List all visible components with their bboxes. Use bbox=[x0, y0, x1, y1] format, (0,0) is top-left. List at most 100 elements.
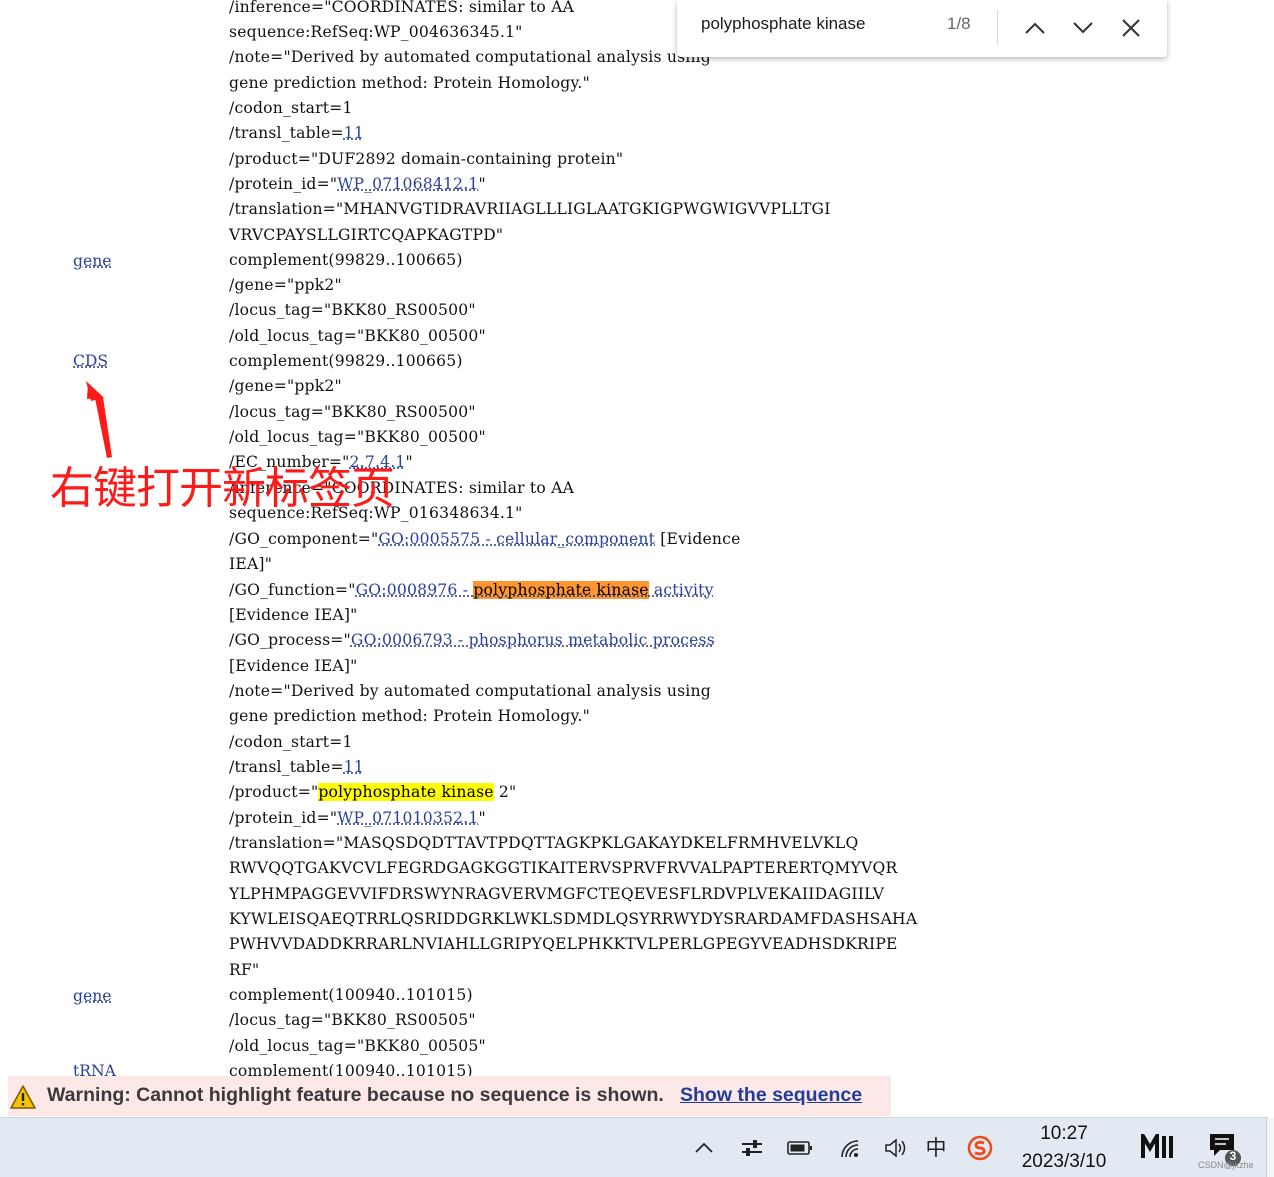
qualifier-label: /GO_function=" bbox=[229, 581, 356, 599]
warning-text: Warning: Cannot highlight feature becaus… bbox=[47, 1084, 664, 1106]
record-line: /old_locus_tag="BKK80_00505" bbox=[229, 1037, 486, 1055]
sogou-button[interactable] bbox=[966, 1134, 994, 1162]
warning-triangle-icon bbox=[10, 1085, 36, 1109]
go-process-link[interactable]: GO:0006793 - phosphorus metabolic proces… bbox=[351, 631, 715, 649]
battery-icon bbox=[787, 1141, 812, 1155]
qualifier-label: /protein_id=" bbox=[229, 175, 338, 193]
pen-settings-button[interactable] bbox=[738, 1134, 766, 1162]
find-next-button[interactable] bbox=[1065, 10, 1101, 46]
find-previous-button[interactable] bbox=[1017, 10, 1053, 46]
chevron-up-icon bbox=[695, 1142, 713, 1153]
protein-id-link[interactable]: WP_071068412.1 bbox=[337, 175, 478, 193]
widget-button[interactable] bbox=[1138, 1130, 1178, 1164]
record-line: /codon_start=1 bbox=[229, 733, 353, 751]
record-line: /locus_tag="BKK80_RS00500" bbox=[229, 403, 476, 421]
record-line: [Evidence IEA]" bbox=[229, 657, 358, 675]
chevron-up-icon bbox=[1025, 22, 1045, 34]
genbank-page: /inference="COORDINATES: similar to AA s… bbox=[0, 0, 1274, 1177]
qualifier-suffix: " bbox=[478, 809, 486, 827]
qualifier-label: /GO_process=" bbox=[229, 631, 351, 649]
record-line: YLPHMPAGGEVVIFDRSWYNRAGVERVMGFCTEQEVESFL… bbox=[229, 885, 885, 903]
clock-time: 10:27 bbox=[1040, 1123, 1088, 1144]
record-line: /old_locus_tag="BKK80_00500" bbox=[229, 327, 486, 345]
record-line: /inference="COORDINATES: similar to AA bbox=[229, 0, 575, 16]
show-hidden-icons-button[interactable] bbox=[690, 1134, 718, 1162]
record-line: gene prediction method: Protein Homology… bbox=[229, 74, 590, 92]
feature-link-gene[interactable]: gene bbox=[73, 984, 111, 1009]
volume-button[interactable] bbox=[882, 1134, 910, 1162]
close-icon bbox=[1122, 19, 1140, 37]
network-button[interactable] bbox=[836, 1134, 864, 1162]
qualifier-suffix: " bbox=[478, 175, 486, 193]
record-line: /protein_id="WP_071010352.1" bbox=[229, 806, 486, 831]
qualifier-label: /GO_component=" bbox=[229, 530, 379, 548]
transl-table-link[interactable]: 11 bbox=[344, 124, 364, 142]
record-line: /protein_id="WP_071068412.1" bbox=[229, 172, 486, 197]
app-logo-icon bbox=[1141, 1134, 1173, 1158]
watermark: CSDN@jkzhe bbox=[1198, 1160, 1254, 1170]
qualifier-suffix: " bbox=[405, 453, 413, 471]
record-line: /product="polyphosphate kinase 2" bbox=[229, 780, 516, 805]
protein-id-link[interactable]: WP_071010352.1 bbox=[337, 809, 478, 827]
find-query[interactable]: polyphosphate kinase bbox=[701, 14, 865, 34]
record-line: complement(100940..101015) bbox=[229, 986, 473, 1004]
find-bar: polyphosphate kinase 1/8 bbox=[677, 0, 1167, 57]
record-line: /GO_process="GO:0006793 - phosphorus met… bbox=[229, 628, 715, 653]
find-close-button[interactable] bbox=[1113, 10, 1149, 46]
record-line: /note="Derived by automated computationa… bbox=[229, 682, 711, 700]
ime-icon[interactable]: 中 bbox=[922, 1132, 950, 1162]
record-line: /locus_tag="BKK80_RS00500" bbox=[229, 301, 476, 319]
qualifier-label: /transl_table= bbox=[229, 758, 344, 776]
qualifier-suffix: [Evidence bbox=[655, 530, 741, 548]
qualifier-label: /product=" bbox=[229, 783, 319, 801]
record-line: /GO_function="GO:0008976 - polyphosphate… bbox=[229, 578, 714, 603]
show-sequence-link[interactable]: Show the sequence bbox=[680, 1084, 862, 1107]
record-line: PWHVVDADDKRRARLNVIAHLLGRIPYQELPHKKTVLPER… bbox=[229, 935, 898, 953]
record-line: IEA]" bbox=[229, 555, 273, 573]
find-highlight: polyphosphate kinase bbox=[318, 783, 494, 801]
go-function-link[interactable]: GO:0008976 - polyphosphate kinase activi… bbox=[356, 581, 714, 599]
record-line: sequence:RefSeq:WP_004636345.1" bbox=[229, 23, 523, 41]
record-line: /GO_component="GO:0005575 - cellular_com… bbox=[229, 527, 741, 552]
qualifier-label: /transl_table= bbox=[229, 124, 344, 142]
pen-settings-icon bbox=[742, 1140, 762, 1156]
feature-link-gene[interactable]: gene bbox=[73, 249, 111, 274]
sogou-icon bbox=[967, 1135, 993, 1161]
record-line: complement(99829..100665) bbox=[229, 251, 463, 269]
find-highlight-current: polyphosphate kinase bbox=[473, 581, 649, 599]
record-line: /locus_tag="BKK80_RS00505" bbox=[229, 1011, 476, 1029]
record-line: complement(99829..100665) bbox=[229, 352, 463, 370]
record-line: RWVQQTGAKVCVLFEGRDGAGKGGTIKAITERVSPRVFRV… bbox=[229, 859, 898, 877]
record-line: VRVCPAYSLLGIRTCQAPKAGTPD" bbox=[229, 226, 504, 244]
battery-button[interactable] bbox=[786, 1134, 814, 1162]
record-line: /old_locus_tag="BKK80_00500" bbox=[229, 428, 486, 446]
record-line: /transl_table=11 bbox=[229, 755, 364, 780]
record-line: [Evidence IEA]" bbox=[229, 606, 358, 624]
wifi-icon bbox=[841, 1140, 859, 1158]
record-line: gene prediction method: Protein Homology… bbox=[229, 707, 590, 725]
warning-bar: Warning: Cannot highlight feature becaus… bbox=[8, 1076, 891, 1116]
record-line: /note="Derived by automated computationa… bbox=[229, 48, 711, 66]
record-line: KYWLEISQAEQTRRLQSRIDDGRKLWKLSDMDLQSYRRWY… bbox=[229, 910, 918, 928]
go-function-id: GO:0008976 - bbox=[355, 581, 474, 599]
taskbar: 中 10:27 2023/3/10 3 bbox=[0, 1117, 1274, 1177]
transl-table-link[interactable]: 11 bbox=[344, 758, 364, 776]
chevron-down-icon bbox=[1073, 22, 1093, 34]
go-component-link[interactable]: GO:0005575 - cellular_component bbox=[378, 530, 655, 548]
record-line: /gene="ppk2" bbox=[229, 377, 342, 395]
qualifier-label: /protein_id=" bbox=[229, 809, 338, 827]
annotation-text: 右键打开新标签页 bbox=[50, 463, 395, 514]
record-line: /translation="MHANVGTIDRAVRIIAGLLLIGLAAT… bbox=[229, 200, 831, 218]
show-desktop-button[interactable] bbox=[1266, 1117, 1274, 1177]
feature-link-cds[interactable]: CDS bbox=[73, 349, 108, 374]
clock-date: 2023/3/10 bbox=[1021, 1151, 1107, 1172]
go-function-suffix: activity bbox=[648, 581, 714, 599]
record-line: /translation="MASQSDQDTTAVTPDQTTAGKPKLGA… bbox=[229, 834, 859, 852]
qualifier-suffix: 2" bbox=[493, 783, 517, 801]
find-separator bbox=[997, 10, 998, 45]
find-match-count: 1/8 bbox=[947, 14, 971, 33]
record-line: /codon_start=1 bbox=[229, 99, 353, 117]
record-line: /transl_table=11 bbox=[229, 121, 364, 146]
taskbar-clock[interactable]: 10:27 2023/3/10 bbox=[1004, 1120, 1124, 1176]
record-line: /gene="ppk2" bbox=[229, 276, 342, 294]
